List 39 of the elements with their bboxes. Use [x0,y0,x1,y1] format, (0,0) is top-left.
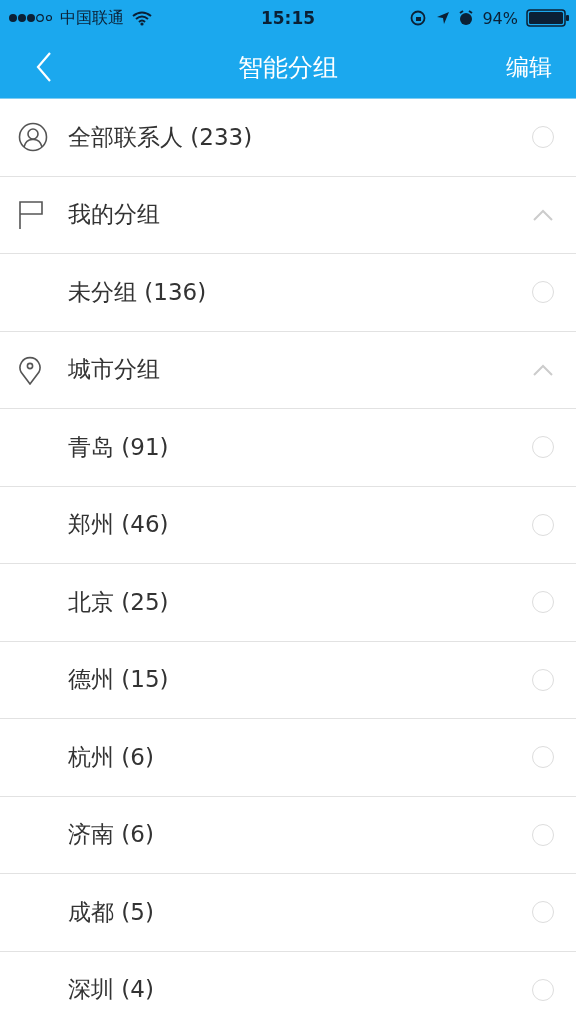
group-name: 德州 (15) [68,665,170,695]
flag-icon [18,199,44,230]
list-row[interactable]: 北京 (25) [0,564,576,642]
list-row[interactable]: 我的分组 [0,176,576,254]
list-row[interactable]: 德州 (15) [0,641,576,719]
back-icon[interactable] [36,52,52,82]
chevron-icon[interactable] [533,363,553,376]
list-row[interactable]: 成都 (5) [0,874,576,952]
group-name: 北京 (25) [68,587,170,617]
location-pin-icon [18,354,42,385]
list-row[interactable]: 未分组 (136) [0,254,576,332]
list-row[interactable]: 杭州 (6) [0,719,576,797]
list-row[interactable]: 济南 (6) [0,796,576,874]
group-name: 未分组 (136) [68,277,208,307]
list-row[interactable]: 全部联系人 (233) [0,99,576,177]
group-name: 全部联系人 (233) [68,122,254,152]
signal-icon [8,13,52,23]
group-name: 深圳 (4) [68,975,155,1005]
list-row[interactable]: 城市分组 [0,331,576,409]
list-row[interactable]: 郑州 (46) [0,486,576,564]
group-name: 成都 (5) [68,897,155,927]
location-arrow-icon [436,11,451,25]
chevron-icon[interactable] [533,208,553,221]
list-row[interactable]: 深圳 (4) [0,951,576,1028]
wifi-icon [132,10,152,26]
screen-title: 智能分组 [238,51,338,84]
person-icon [18,122,48,153]
group-title: 我的分组 [68,200,161,230]
group-name: 青岛 (91) [68,432,170,462]
group-title: 城市分组 [68,355,161,385]
list-row[interactable]: 青岛 (91) [0,409,576,487]
battery-icon [526,9,570,27]
alarm-clock-icon [458,10,475,26]
group-name: 济南 (6) [68,820,155,850]
battery-percent: 94% [482,8,518,28]
carrier-name: 中国联通 [60,7,124,29]
group-name: 杭州 (6) [68,742,155,772]
status-time: 15:15 [260,8,316,28]
group-name: 郑州 (46) [68,510,170,540]
